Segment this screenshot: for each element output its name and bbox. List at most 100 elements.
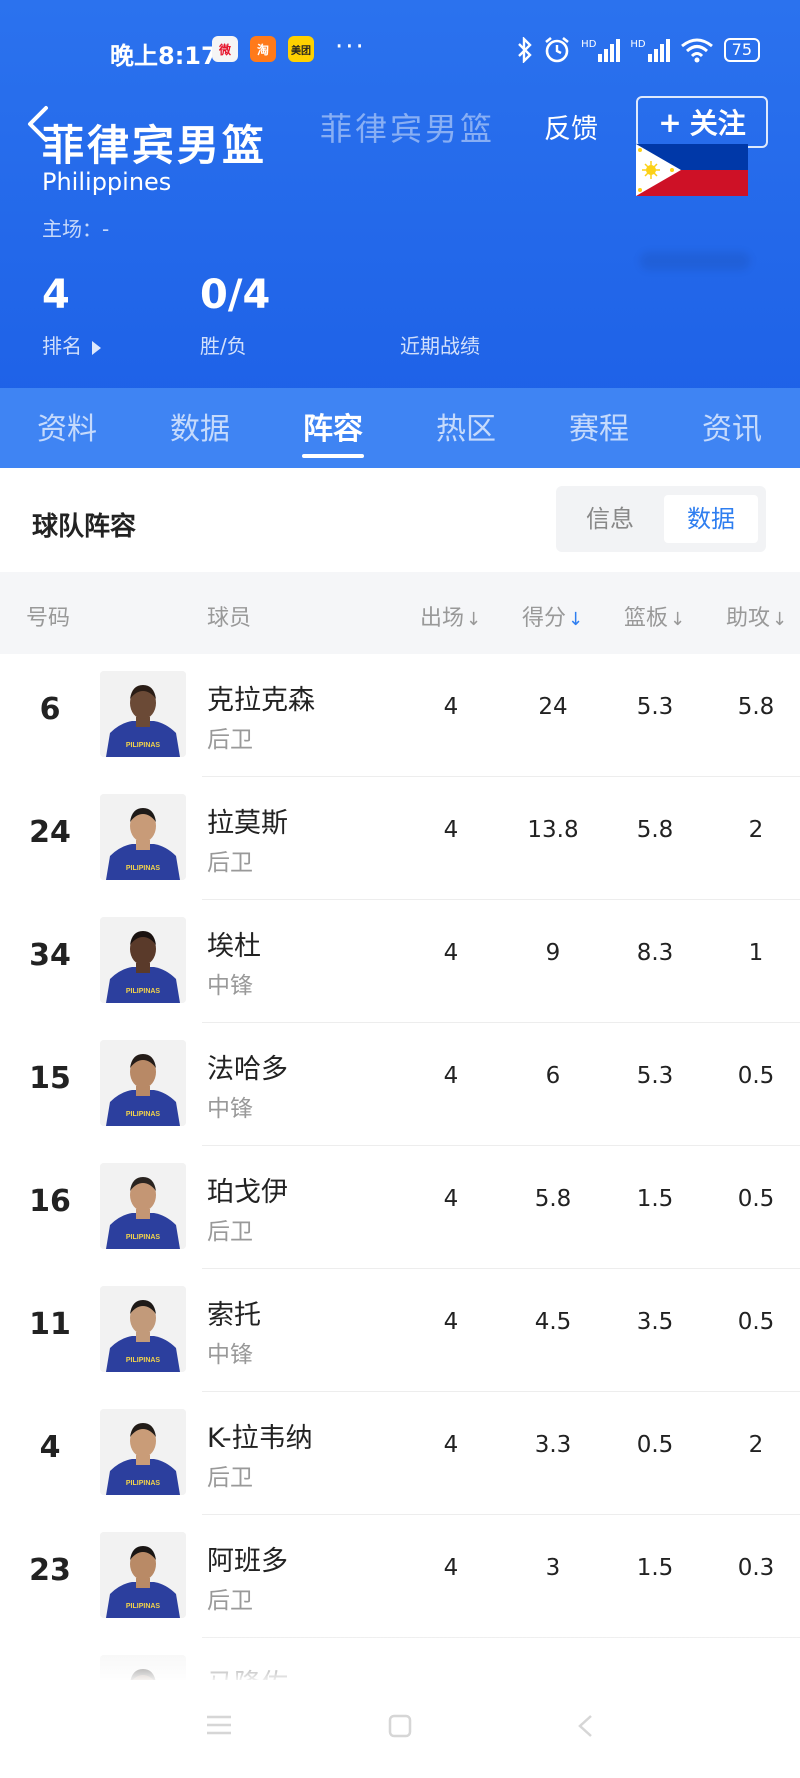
signal-2-icon: HD xyxy=(630,38,670,62)
player-name: 埃杜 xyxy=(207,931,261,962)
sort-arrow-icon: ↓ xyxy=(772,609,788,630)
sort-arrow-icon: ↓ xyxy=(670,609,686,630)
player-photo: PILIPINAS xyxy=(100,917,186,1003)
table-row[interactable]: 15 PILIPINAS 法哈多中锋 4 6 5.3 0.5 xyxy=(0,1023,800,1146)
follow-label: 关注 xyxy=(689,107,746,140)
stat-rebounds: 5.3 xyxy=(636,1063,674,1089)
battery-icon: 75 xyxy=(723,38,760,62)
player-position: 中锋 xyxy=(207,973,253,999)
back-nav-icon[interactable] xyxy=(576,1714,594,1738)
stat-appearances: 4 xyxy=(443,1432,459,1458)
player-photo: PILIPINAS xyxy=(100,1532,186,1618)
status-indicators: HD HD 75 xyxy=(517,36,760,64)
recent-record-label: 近期战绩 xyxy=(400,334,480,358)
stat-appearances: 4 xyxy=(443,1186,459,1212)
column-points[interactable]: 得分 ↓ xyxy=(522,600,583,632)
player-photo: PILIPINAS xyxy=(100,1163,186,1249)
taobao-icon: 淘 xyxy=(250,36,276,62)
stat-rebounds: 1.5 xyxy=(636,1186,674,1212)
stat-appearances: 4 xyxy=(443,1063,459,1089)
player-position: 后卫 xyxy=(207,1465,253,1491)
stat-appearances: 4 xyxy=(443,817,459,843)
column-assists[interactable]: 助攻 ↓ xyxy=(726,600,787,632)
tab-schedule[interactable]: 赛程 xyxy=(554,404,644,448)
stat-rebounds: 5.3 xyxy=(636,694,674,720)
stat-assists: 1 xyxy=(748,940,764,966)
player-photo: PILIPINAS xyxy=(100,1286,186,1372)
player-position: 中锋 xyxy=(207,1342,253,1368)
rank-label-row[interactable]: 排名 xyxy=(42,330,101,359)
column-rebounds[interactable]: 篮板 ↓ xyxy=(624,600,685,632)
player-name: 法哈多 xyxy=(207,1054,288,1085)
sort-arrow-icon: ↓ xyxy=(466,609,482,630)
stat-assists: 0.3 xyxy=(737,1555,775,1581)
status-bar: 晚上8:17 微 淘 美团 ··· HD HD 75 xyxy=(0,30,800,74)
stat-points: 3.3 xyxy=(534,1432,572,1458)
stat-appearances: 4 xyxy=(443,940,459,966)
win-loss-value: 0/4 xyxy=(200,272,271,318)
view-toggle: 信息 数据 xyxy=(556,486,766,552)
player-position: 中锋 xyxy=(207,1096,253,1122)
stat-rebounds: 8.3 xyxy=(636,940,674,966)
player-name: 索托 xyxy=(207,1300,261,1331)
follow-button[interactable]: + 关注 xyxy=(636,96,768,148)
player-name: 拉莫斯 xyxy=(207,808,288,839)
plus-icon: + xyxy=(658,105,682,139)
home-icon[interactable] xyxy=(388,1714,412,1738)
weibo-icon: 微 xyxy=(212,36,238,62)
toggle-data-button[interactable]: 数据 xyxy=(664,495,758,543)
stat-assists: 5.8 xyxy=(737,694,775,720)
jersey-text: PILIPINAS xyxy=(126,988,161,995)
tab-bar: 资料 数据 阵容 热区 赛程 资讯 xyxy=(0,388,800,468)
menu-icon[interactable] xyxy=(206,1714,232,1736)
caret-right-icon xyxy=(92,340,101,355)
toggle-info-button[interactable]: 信息 xyxy=(556,495,664,543)
section-title: 球队阵容 xyxy=(32,512,137,542)
player-position: 后卫 xyxy=(207,850,253,876)
player-name: 克拉克森 xyxy=(207,685,315,716)
player-photo: PILIPINAS xyxy=(100,1040,186,1126)
player-number: 15 xyxy=(29,1061,71,1096)
player-position: 后卫 xyxy=(207,1219,253,1245)
feedback-button[interactable]: 反馈 xyxy=(544,107,598,146)
player-photo: PILIPINAS xyxy=(100,794,186,880)
stat-rebounds: 1.5 xyxy=(636,1555,674,1581)
decorative-shadow xyxy=(640,252,750,270)
tab-stats[interactable]: 数据 xyxy=(155,404,245,448)
bluetooth-icon xyxy=(518,37,532,63)
table-row[interactable]: 11 PILIPINAS 索托 中锋 4 4.5 3.5 0.5 xyxy=(0,1269,800,1392)
table-row[interactable]: 24 PILIPINAS 拉莫斯 后卫 4 13.8 5.8 2 xyxy=(0,777,800,900)
player-number: 16 xyxy=(29,1184,71,1219)
table-row[interactable]: 34 PILIPINAS 埃杜 中锋 4 9 8.3 1 xyxy=(0,900,800,1023)
stat-rebounds: 5.8 xyxy=(636,817,674,843)
column-appearances[interactable]: 出场 ↓ xyxy=(420,600,481,632)
stat-assists: 0.5 xyxy=(737,1186,775,1212)
team-name: 菲律宾男篮 xyxy=(42,121,268,170)
wifi-icon xyxy=(680,38,713,63)
table-row[interactable]: 6 PILIPINAS 克拉克森 后卫 4 24 5.3 5.8 xyxy=(0,654,800,777)
team-name-english: Philippines xyxy=(42,168,172,196)
table-row[interactable]: 23 PILIPINAS 阿班多 后卫 4 3 1.5 0.3 xyxy=(0,1515,800,1638)
stat-rebounds: 3.5 xyxy=(636,1309,674,1335)
tab-hot-zone[interactable]: 热区 xyxy=(421,404,511,448)
player-photo: PILIPINAS xyxy=(100,1409,186,1495)
player-number: 11 xyxy=(29,1307,71,1342)
system-nav-bar xyxy=(0,1680,800,1778)
jersey-text: PILIPINAS xyxy=(126,1111,161,1118)
player-number: 6 xyxy=(39,692,61,727)
player-photo: PILIPINAS xyxy=(100,671,186,757)
rank-value: 4 xyxy=(42,272,70,318)
jersey-text: PILIPINAS xyxy=(126,1357,161,1364)
stat-assists: 0.5 xyxy=(737,1063,775,1089)
tab-news[interactable]: 资讯 xyxy=(687,404,777,448)
table-row[interactable]: 4 PILIPINAS K-拉韦纳 后卫 4 3.3 0.5 2 xyxy=(0,1392,800,1515)
player-position: 后卫 xyxy=(207,1588,253,1614)
win-loss-label: 胜/负 xyxy=(200,334,247,358)
tab-profile[interactable]: 资料 xyxy=(22,404,112,448)
table-row[interactable]: 16 PILIPINAS 珀戈伊 后卫 4 5.8 1.5 0.5 xyxy=(0,1146,800,1269)
stat-points: 6 xyxy=(545,1063,561,1089)
meituan-icon: 美团 xyxy=(288,36,314,62)
stat-assists: 2 xyxy=(748,817,764,843)
tab-roster[interactable]: 阵容 xyxy=(288,404,378,448)
player-number: 34 xyxy=(29,938,71,973)
